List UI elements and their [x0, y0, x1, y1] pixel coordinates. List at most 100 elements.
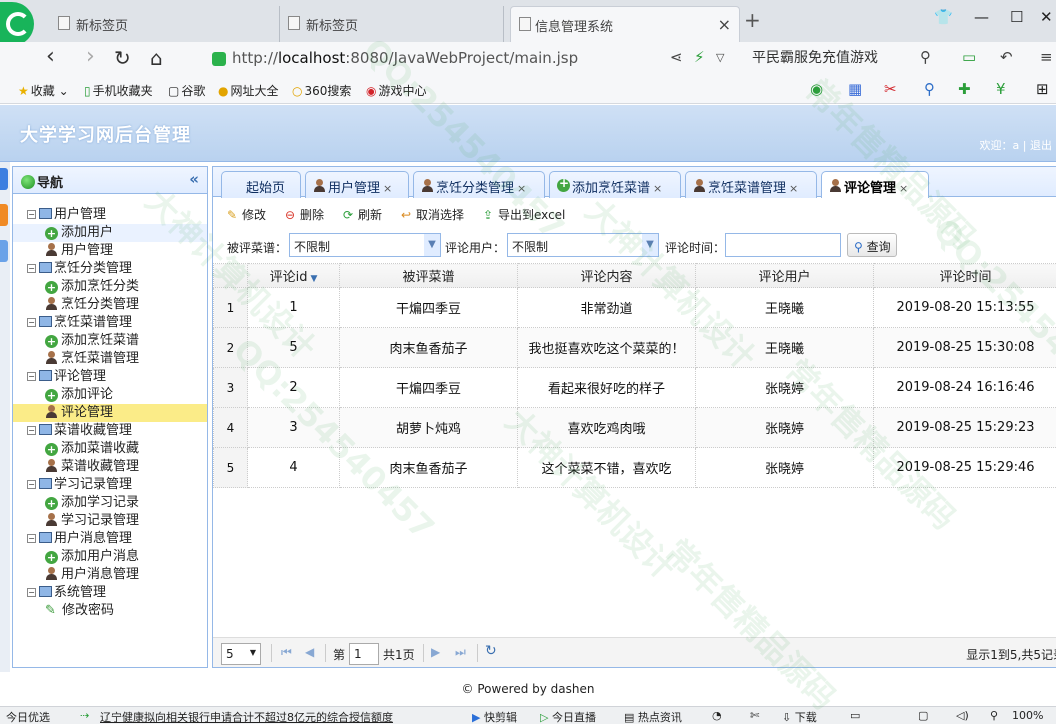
search-hint[interactable]: 平民霸服免充值游戏: [752, 47, 878, 67]
unselect-button[interactable]: ↩ 取消选择: [399, 206, 464, 223]
nav-item[interactable]: 用户消息管理: [13, 566, 207, 584]
recipe-filter-select[interactable]: 不限制 ▼: [289, 233, 441, 257]
next-page-icon[interactable]: ▶: [431, 645, 440, 659]
search-icon[interactable]: ⚲: [920, 48, 931, 66]
bookmark-games[interactable]: ◉ 游戏中心: [366, 82, 427, 99]
nav-item[interactable]: 学习记录管理: [13, 512, 207, 530]
page-tab[interactable]: 起始页: [221, 171, 301, 198]
undo-icon[interactable]: ↶: [1000, 48, 1013, 66]
table-row[interactable]: 4 3 胡萝卜炖鸡 喜欢吃鸡肉哦 张晓婷 2019-08-25 15:29:23: [213, 407, 1056, 448]
share-icon[interactable]: ⋖: [670, 48, 683, 66]
close-tab-icon[interactable]: ×: [517, 182, 526, 195]
nav-item[interactable]: + 添加用户消息: [13, 548, 207, 566]
browser-tab-1[interactable]: 新标签页: [54, 6, 280, 42]
forward-icon[interactable]: ›: [86, 44, 95, 69]
page-number-input[interactable]: 1: [349, 643, 379, 665]
collapse-toggle-icon[interactable]: −: [27, 588, 36, 597]
nav-group[interactable]: − 评论管理: [13, 368, 207, 386]
shirt-icon[interactable]: 👕: [934, 8, 953, 26]
close-tab-icon[interactable]: ×: [789, 182, 798, 195]
nav-item[interactable]: 评论管理: [13, 404, 207, 422]
speed-icon[interactable]: ◔: [712, 709, 722, 722]
home-icon[interactable]: ⌂: [150, 46, 163, 70]
bookmark-mobile[interactable]: ▯ 手机收藏夹: [84, 82, 153, 99]
last-page-icon[interactable]: ⏭: [455, 645, 466, 660]
nav-item[interactable]: + 添加菜谱收藏: [13, 440, 207, 458]
refresh-button[interactable]: ⟳ 刷新: [341, 206, 382, 223]
coin-icon[interactable]: ¥: [996, 80, 1006, 98]
nav-group[interactable]: − 用户消息管理: [13, 530, 207, 548]
collapse-toggle-icon[interactable]: −: [27, 372, 36, 381]
page-tab[interactable]: 用户管理 ×: [305, 171, 409, 198]
close-tab-icon[interactable]: ×: [899, 182, 908, 195]
user-filter-select[interactable]: 不限制 ▼: [507, 233, 659, 257]
scissor-icon[interactable]: ✄: [750, 709, 759, 722]
chevron-down-icon[interactable]: ▽: [716, 51, 724, 64]
bookmark-favorites[interactable]: ★ 收藏 ⌄: [18, 82, 69, 99]
nav-item[interactable]: + 添加评论: [13, 386, 207, 404]
nav-item[interactable]: + 添加学习记录: [13, 494, 207, 512]
back-icon[interactable]: ‹: [46, 44, 55, 69]
column-header-time[interactable]: 评论时间: [873, 263, 1056, 288]
volume-icon[interactable]: ◁): [956, 709, 969, 722]
collapse-icon[interactable]: «: [189, 170, 199, 188]
column-header-recipe[interactable]: 被评菜谱: [339, 263, 518, 288]
welcome-text[interactable]: 欢迎：a | 退出: [980, 137, 1052, 153]
reload-page-icon[interactable]: ↻: [485, 643, 497, 659]
nav-item[interactable]: 烹饪分类管理: [13, 296, 207, 314]
status-news-hot[interactable]: ▤ 热点资讯: [624, 709, 682, 724]
nav-group[interactable]: − 烹饪分类管理: [13, 260, 207, 278]
delete-button[interactable]: ⊖ 删除: [283, 206, 324, 223]
page-tab[interactable]: 烹饪菜谱管理 ×: [685, 171, 817, 198]
box-icon[interactable]: ▢: [918, 709, 928, 722]
bookmark-google[interactable]: ▢ 谷歌: [168, 82, 205, 99]
page-tab[interactable]: 烹饪分类管理 ×: [413, 171, 545, 198]
nav-item[interactable]: + 添加烹饪分类: [13, 278, 207, 296]
nav-group[interactable]: − 系统管理: [13, 584, 207, 602]
status-quickcut[interactable]: ▶ 快剪辑: [472, 709, 517, 724]
page-tab[interactable]: 添加烹饪菜谱×: [549, 171, 681, 198]
reload-icon[interactable]: ↻: [114, 46, 131, 70]
collapse-toggle-icon[interactable]: −: [27, 426, 36, 435]
lightning-icon[interactable]: ⚡: [694, 48, 705, 66]
page-tab[interactable]: 评论管理 ×: [821, 171, 929, 198]
close-tab-icon[interactable]: ×: [383, 182, 392, 195]
battery-icon[interactable]: ▭: [962, 48, 976, 66]
tool-icon[interactable]: [0, 240, 8, 262]
collapse-toggle-icon[interactable]: −: [27, 534, 36, 543]
nav-item[interactable]: 烹饪菜谱管理: [13, 350, 207, 368]
grid-icon[interactable]: ▦: [848, 80, 862, 98]
prev-page-icon[interactable]: ◀: [305, 645, 314, 659]
nav-group[interactable]: − 学习记录管理: [13, 476, 207, 494]
table-row[interactable]: 1 1 干煸四季豆 非常劲道 王晓曦 2019-08-20 15:13:55: [213, 287, 1056, 328]
menu-icon[interactable]: ≡: [1040, 48, 1053, 66]
collapse-toggle-icon[interactable]: −: [27, 264, 36, 273]
column-header-user[interactable]: 评论用户: [695, 263, 874, 288]
status-left[interactable]: 今日优选: [6, 709, 50, 724]
close-window-icon[interactable]: ✕: [1040, 8, 1053, 26]
collapse-toggle-icon[interactable]: −: [27, 480, 36, 489]
nav-group[interactable]: − 用户管理: [13, 206, 207, 224]
edit-button[interactable]: ✎ 修改: [225, 206, 266, 223]
collapse-toggle-icon[interactable]: −: [27, 318, 36, 327]
window-icon[interactable]: ▭: [850, 709, 860, 722]
column-header-content[interactable]: 评论内容: [517, 263, 696, 288]
zoom-icon[interactable]: ⚲: [990, 709, 998, 722]
nav-group[interactable]: − 菜谱收藏管理: [13, 422, 207, 440]
status-news[interactable]: 辽宁健康拟向相关银行申请合计不超过8亿元的综合授信额度: [100, 709, 393, 724]
nav-item[interactable]: + 添加用户: [13, 224, 207, 242]
nav-item[interactable]: ✎ 修改密码: [13, 602, 207, 620]
chevron-down-icon[interactable]: ▼: [424, 234, 440, 256]
zoom-level[interactable]: 100%: [1012, 709, 1043, 722]
address-bar[interactable]: http://localhost:8080/JavaWebProject/mai…: [206, 46, 736, 72]
magnifier-icon[interactable]: ⚲: [924, 80, 935, 98]
browser-tab-active[interactable]: 信息管理系统 ×: [510, 6, 740, 42]
close-tab-icon[interactable]: ×: [653, 182, 662, 195]
table-row[interactable]: 2 5 肉末鱼香茄子 我也挺喜欢吃这个菜菜的！ 王晓曦 2019-08-25 15:30:…: [213, 327, 1056, 368]
collapse-toggle-icon[interactable]: −: [27, 210, 36, 219]
nav-item[interactable]: 用户管理: [13, 242, 207, 260]
apps-icon[interactable]: ⊞: [1036, 80, 1049, 98]
query-button[interactable]: ⚲ 查询: [847, 233, 897, 257]
nav-item[interactable]: + 添加烹饪菜谱: [13, 332, 207, 350]
page-size-select[interactable]: 5: [221, 643, 261, 665]
